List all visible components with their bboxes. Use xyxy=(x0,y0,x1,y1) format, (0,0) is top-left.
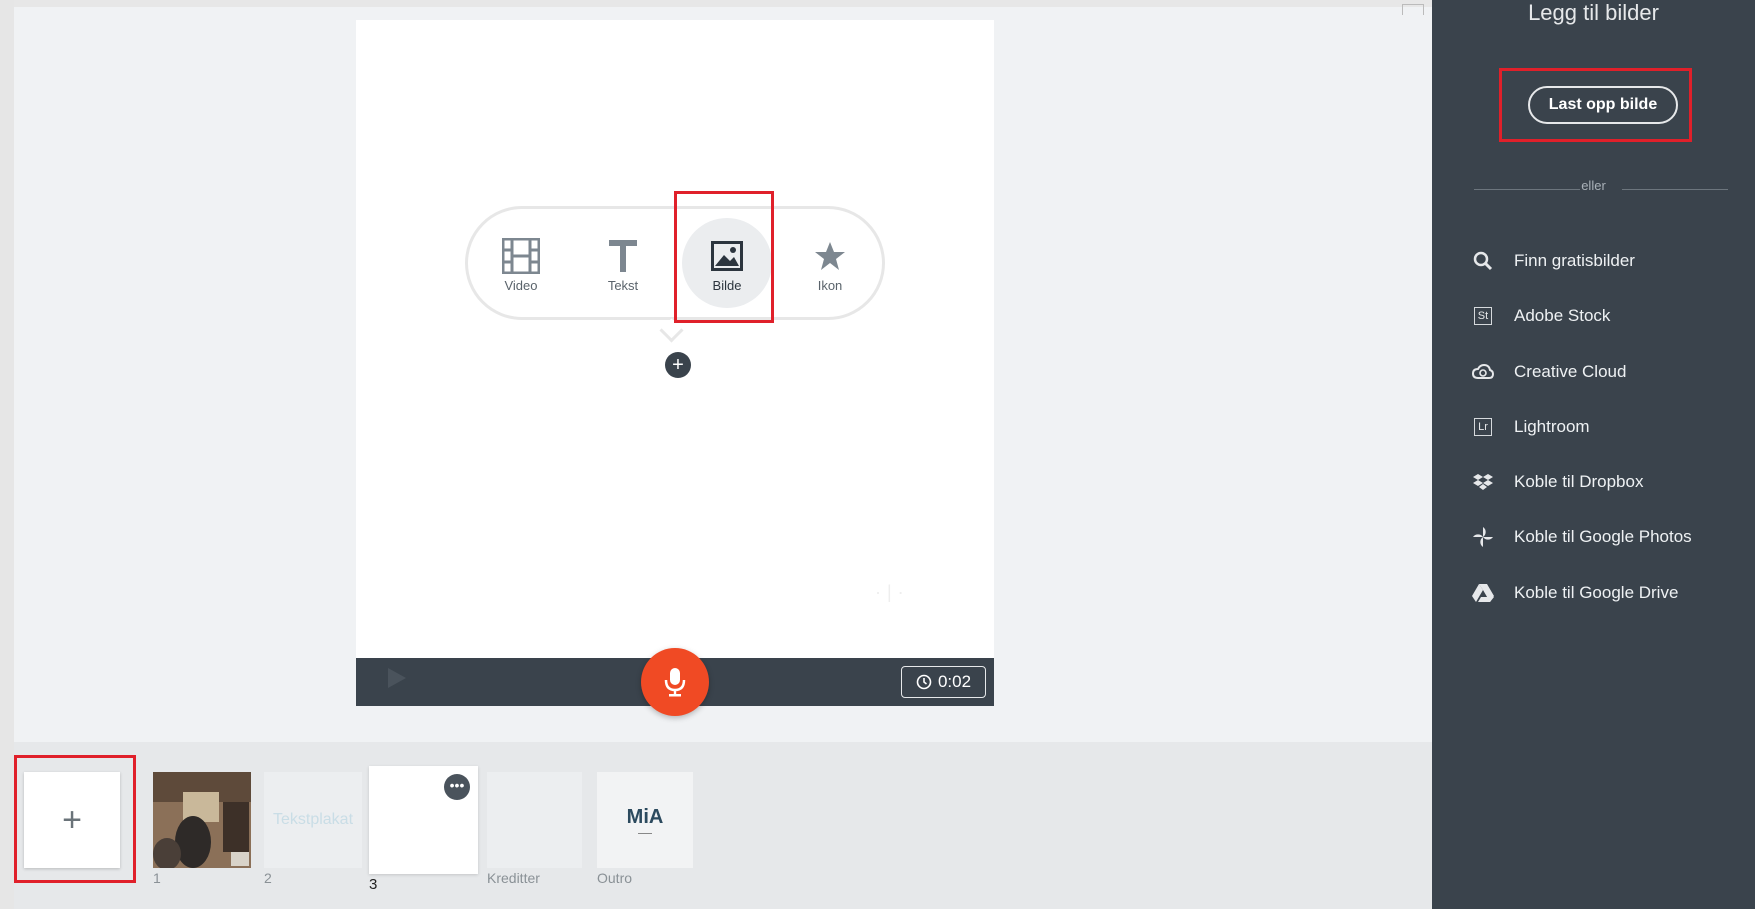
slide-thumbnail-outro[interactable]: MiA xyxy=(597,772,693,868)
slide-thumbnail-3[interactable]: ••• xyxy=(369,766,478,874)
microphone-icon xyxy=(664,668,686,697)
google-drive-icon xyxy=(1470,580,1496,606)
photo-thumbnail xyxy=(153,772,251,868)
canvas-watermark: ·|· xyxy=(875,582,910,602)
source-google-photos[interactable]: Koble til Google Photos xyxy=(1470,522,1750,552)
slide-number: Outro xyxy=(597,870,633,886)
creative-cloud-icon xyxy=(1470,359,1496,385)
divider-line-right xyxy=(1622,189,1728,190)
slide-number: 2 xyxy=(264,870,272,886)
clock-icon xyxy=(916,674,932,690)
outro-logo: MiA xyxy=(626,806,664,828)
source-creative-cloud[interactable]: Creative Cloud xyxy=(1470,357,1750,387)
source-adobe-stock[interactable]: St Adobe Stock xyxy=(1470,301,1750,331)
source-google-drive[interactable]: Koble til Google Drive xyxy=(1470,578,1750,608)
duration-value: 0:02 xyxy=(937,672,972,691)
top-strip xyxy=(0,0,1432,7)
slide-thumbnail-credits[interactable] xyxy=(487,772,582,868)
source-free-images[interactable]: Finn gratisbilder xyxy=(1470,246,1750,276)
film-icon xyxy=(476,236,566,276)
slide-thumbnail-2[interactable]: Tekstplakat xyxy=(264,772,362,868)
upload-image-button[interactable]: Last opp bilde xyxy=(1528,86,1678,124)
content-option-video[interactable]: Video xyxy=(476,218,566,308)
content-option-label: Ikon xyxy=(817,278,843,293)
panel-title: Legg til bilder xyxy=(1528,0,1659,25)
slide-number: 3 xyxy=(369,876,378,893)
slide-options-button[interactable]: ••• xyxy=(444,774,470,800)
source-label: Creative Cloud xyxy=(1514,362,1627,381)
add-slide-button[interactable]: + xyxy=(24,772,120,868)
source-dropbox[interactable]: Koble til Dropbox xyxy=(1470,467,1750,497)
adobe-stock-icon: St xyxy=(1470,303,1496,329)
content-option-label: Bilde xyxy=(712,278,742,293)
play-button[interactable] xyxy=(388,668,406,688)
fullscreen-icon[interactable] xyxy=(1402,4,1424,15)
slide-duration[interactable]: 0:02 xyxy=(901,666,986,698)
text-icon xyxy=(578,236,668,276)
content-option-label: Video xyxy=(504,278,538,293)
source-label: Koble til Dropbox xyxy=(1514,472,1644,491)
source-label: Lightroom xyxy=(1514,417,1590,436)
slide-thumbnail-1[interactable] xyxy=(153,772,251,868)
left-gutter xyxy=(0,0,14,909)
source-label: Finn gratisbilder xyxy=(1514,251,1635,270)
divider-label: eller xyxy=(1581,178,1606,193)
logo-underline xyxy=(638,833,652,834)
source-label: Adobe Stock xyxy=(1514,306,1611,325)
content-option-image[interactable]: Bilde xyxy=(682,218,772,308)
record-voice-button[interactable] xyxy=(641,648,709,716)
slide-number: Kreditter xyxy=(487,870,540,886)
source-lightroom[interactable]: Lr Lightroom xyxy=(1470,412,1750,442)
source-label: Koble til Google Photos xyxy=(1514,527,1692,546)
content-option-label: Tekst xyxy=(607,278,639,293)
slide-number: 1 xyxy=(153,870,161,886)
image-icon xyxy=(682,236,772,276)
add-images-panel xyxy=(1432,0,1755,909)
content-option-text[interactable]: Tekst xyxy=(578,218,668,308)
add-content-button[interactable]: + xyxy=(665,352,691,378)
google-photos-icon xyxy=(1470,524,1496,550)
star-icon xyxy=(785,236,875,276)
lightroom-icon: Lr xyxy=(1470,414,1496,440)
slide-text-preview: Tekstplakat xyxy=(272,811,354,828)
dropbox-icon xyxy=(1470,469,1496,495)
source-label: Koble til Google Drive xyxy=(1514,583,1679,602)
content-option-icon[interactable]: Ikon xyxy=(785,218,875,308)
search-icon xyxy=(1470,248,1496,274)
